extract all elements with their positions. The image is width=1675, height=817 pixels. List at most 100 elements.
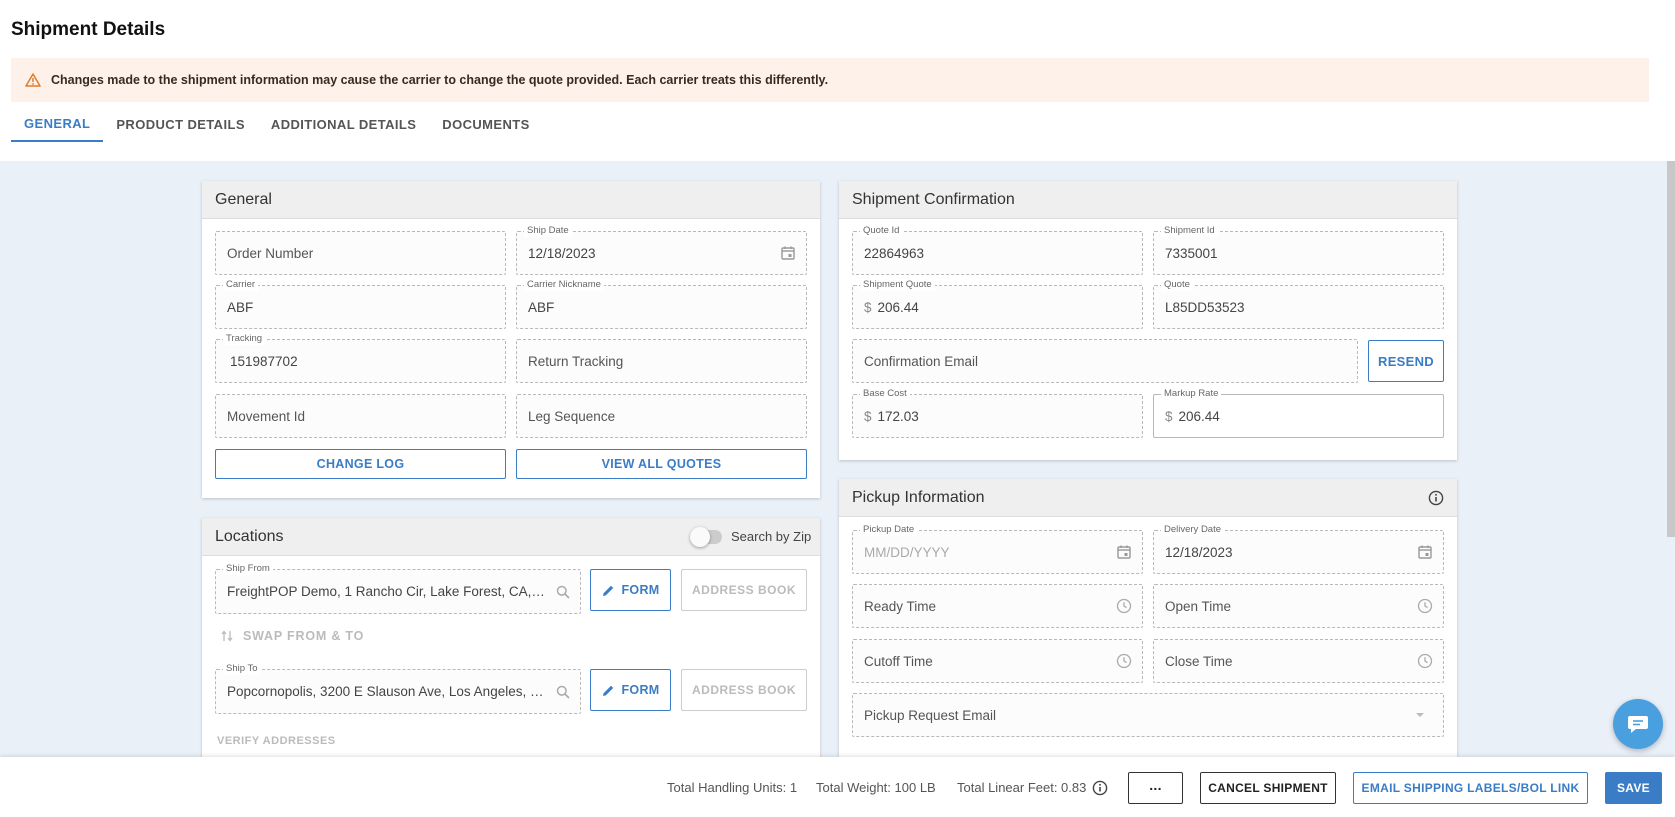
ship-to-form-button[interactable]: FORM [590, 669, 671, 711]
page-header: Shipment Details Changes made to the shi… [0, 0, 1675, 161]
clock-icon[interactable] [1116, 653, 1132, 669]
tab-general[interactable]: GENERAL [11, 106, 104, 142]
calendar-icon[interactable] [1417, 544, 1433, 560]
more-options-button[interactable]: ... [1128, 772, 1183, 804]
toggle-knob [690, 527, 710, 547]
pencil-icon [602, 685, 613, 696]
clock-icon[interactable] [1417, 598, 1433, 614]
search-icon[interactable] [556, 685, 570, 699]
view-all-quotes-button[interactable]: VIEW ALL QUOTES [516, 449, 807, 479]
save-button[interactable]: SAVE [1605, 772, 1662, 804]
warning-icon [25, 73, 41, 87]
ship-from-form-button[interactable]: FORM [590, 569, 671, 611]
close-time-field[interactable]: Close Time [1153, 639, 1444, 683]
info-icon[interactable] [1092, 780, 1108, 796]
base-cost-field[interactable]: Base Cost $ 172.03 [852, 388, 1143, 438]
cutoff-time-field[interactable]: Cutoff Time [852, 639, 1143, 683]
locations-card: Locations Search by Zip Ship From Freigh… [202, 518, 820, 778]
pickup-request-email-placeholder: Pickup Request Email [864, 707, 997, 723]
markup-rate-field[interactable]: Markup Rate $ 206.44 [1153, 388, 1444, 438]
quote-id-label: Quote Id [860, 225, 903, 237]
return-tracking-field[interactable]: Return Tracking [516, 339, 807, 383]
carrier-field[interactable]: Carrier ABF [215, 279, 506, 329]
leg-sequence-placeholder: Leg Sequence [528, 408, 616, 424]
form-label: FORM [621, 583, 660, 597]
verify-addresses-button[interactable]: VERIFY ADDRESSES [217, 735, 336, 747]
carrier-value: ABF [227, 299, 254, 315]
ship-from-field[interactable]: Ship From FreightPOP Demo, 1 Rancho Cir,… [215, 563, 581, 614]
shipment-quote-value: 206.44 [877, 299, 919, 315]
quote-id-field[interactable]: Quote Id 22864963 [852, 225, 1143, 275]
carrier-label: Carrier [223, 279, 259, 291]
shipment-confirmation-card-title: Shipment Confirmation [839, 181, 1457, 219]
confirmation-email-field[interactable]: Confirmation Email [852, 339, 1358, 383]
carrier-nickname-field[interactable]: Carrier Nickname ABF [516, 279, 807, 329]
base-cost-label: Base Cost [860, 388, 910, 400]
cancel-shipment-button[interactable]: CANCEL SHIPMENT [1200, 772, 1336, 804]
main-content: General Order Number Ship Date 12/18/202… [0, 161, 1675, 778]
ship-to-value: Popcornopolis, 3200 E Slauson Ave, Los A… [227, 684, 545, 699]
delivery-date-field[interactable]: Delivery Date 12/18/2023 [1153, 524, 1444, 574]
pickup-information-card-header: Pickup Information [839, 479, 1457, 517]
form-label: FORM [621, 683, 660, 697]
open-time-field[interactable]: Open Time [1153, 584, 1444, 628]
shipment-id-field[interactable]: Shipment Id 7335001 [1153, 225, 1444, 275]
quote-label: Quote [1161, 279, 1193, 291]
ship-to-address-book-button[interactable]: ADDRESS BOOK [681, 669, 807, 711]
page-title: Shipment Details [11, 19, 166, 40]
ship-from-label: Ship From [223, 563, 273, 575]
locations-card-title: Locations [215, 527, 284, 545]
footer-bar: Total Handling Units: 1 Total Weight: 10… [0, 757, 1675, 817]
shipment-quote-field[interactable]: Shipment Quote $ 206.44 [852, 279, 1143, 329]
quote-id-value: 22864963 [864, 245, 925, 261]
swap-from-to-button[interactable]: SWAP FROM & TO [221, 629, 364, 643]
total-weight: Total Weight: 100 LB [816, 780, 936, 795]
clock-icon[interactable] [1116, 598, 1132, 614]
chat-widget-button[interactable] [1613, 699, 1663, 749]
ship-date-value: 12/18/2023 [528, 245, 596, 261]
search-icon[interactable] [556, 585, 570, 599]
tab-additional-details[interactable]: ADDITIONAL DETAILS [258, 106, 429, 142]
tracking-value: 151987702 [230, 353, 298, 369]
warning-banner: Changes made to the shipment information… [11, 58, 1649, 102]
email-shipping-labels-button[interactable]: EMAIL SHIPPING LABELS/BOL LINK [1353, 772, 1588, 804]
tracking-field[interactable]: Tracking 151987702 [215, 333, 506, 383]
general-card: General Order Number Ship Date 12/18/202… [202, 181, 820, 498]
chat-icon [1628, 716, 1648, 733]
swap-icon [221, 630, 233, 642]
tab-product-details[interactable]: PRODUCT DETAILS [103, 106, 258, 142]
confirmation-email-placeholder: Confirmation Email [864, 353, 979, 369]
general-card-title: General [202, 181, 820, 219]
ready-time-field[interactable]: Ready Time [852, 584, 1143, 628]
change-log-button[interactable]: CHANGE LOG [215, 449, 506, 479]
ship-date-field[interactable]: Ship Date 12/18/2023 [516, 225, 807, 275]
chevron-down-icon[interactable] [1415, 712, 1425, 718]
scrollbar-thumb[interactable] [1667, 161, 1675, 537]
calendar-icon[interactable] [1116, 544, 1132, 560]
search-by-zip-toggle[interactable] [690, 527, 722, 547]
order-number-placeholder: Order Number [227, 245, 314, 261]
quote-field[interactable]: Quote L85DD53523 [1153, 279, 1444, 329]
clock-icon[interactable] [1417, 653, 1433, 669]
tab-bar: GENERAL PRODUCT DETAILS ADDITIONAL DETAI… [11, 106, 543, 142]
ship-from-address-book-button[interactable]: ADDRESS BOOK [681, 569, 807, 611]
swap-label: SWAP FROM & TO [243, 629, 365, 643]
ship-from-value: FreightPOP Demo, 1 Rancho Cir, Lake Fore… [227, 584, 545, 599]
tracking-label: Tracking [223, 333, 266, 345]
leg-sequence-field[interactable]: Leg Sequence [516, 394, 807, 438]
pickup-request-email-field[interactable]: Pickup Request Email [852, 693, 1444, 737]
order-number-field[interactable]: Order Number [215, 231, 506, 275]
movement-id-placeholder: Movement Id [227, 408, 306, 424]
tab-documents[interactable]: DOCUMENTS [429, 106, 542, 142]
info-icon[interactable] [1428, 490, 1444, 506]
calendar-icon[interactable] [780, 245, 796, 261]
search-by-zip-label: Search by Zip [731, 529, 812, 544]
ship-date-label: Ship Date [524, 225, 572, 237]
ship-to-field[interactable]: Ship To Popcornopolis, 3200 E Slauson Av… [215, 663, 581, 714]
movement-id-field[interactable]: Movement Id [215, 394, 506, 438]
currency-symbol: $ [864, 299, 872, 315]
ship-to-label: Ship To [223, 663, 261, 675]
currency-symbol: $ [864, 408, 872, 424]
resend-button[interactable]: RESEND [1368, 340, 1444, 382]
pickup-date-field[interactable]: Pickup Date MM/DD/YYYY [852, 524, 1143, 574]
